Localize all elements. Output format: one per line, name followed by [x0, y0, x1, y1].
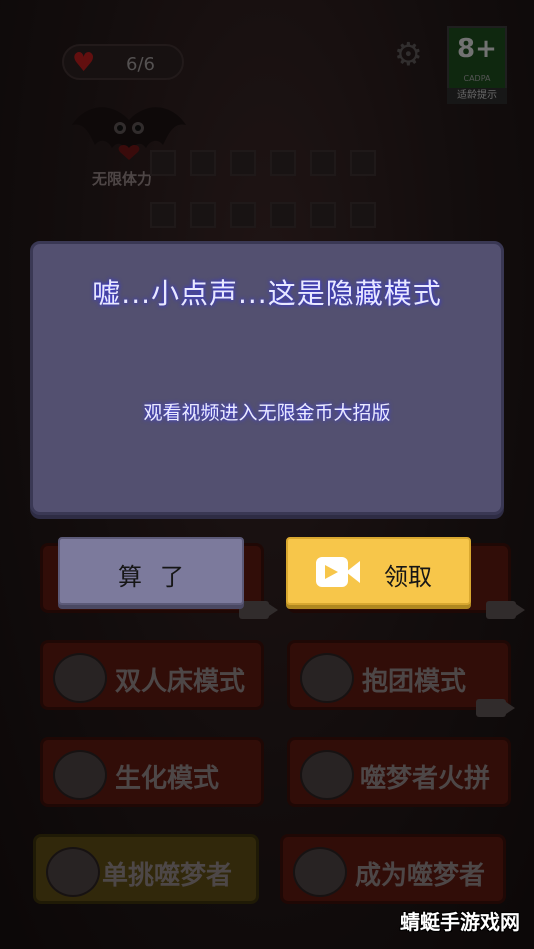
- claim-button[interactable]: 领取: [286, 537, 471, 605]
- dialog-title: 嘘...小点声...这是隐藏模式: [92, 277, 442, 310]
- cancel-button[interactable]: 算了: [58, 537, 244, 605]
- watermark: 蜻蜓手游戏网: [400, 910, 520, 934]
- hidden-mode-dialog: 嘘...小点声...这是隐藏模式 观看视频进入无限金币大招版: [30, 241, 504, 515]
- cancel-button-label: 算了: [118, 563, 202, 591]
- dialog-subtitle: 观看视频进入无限金币大招版: [143, 402, 391, 424]
- claim-button-label: 领取: [384, 563, 432, 591]
- video-icon: [316, 557, 360, 587]
